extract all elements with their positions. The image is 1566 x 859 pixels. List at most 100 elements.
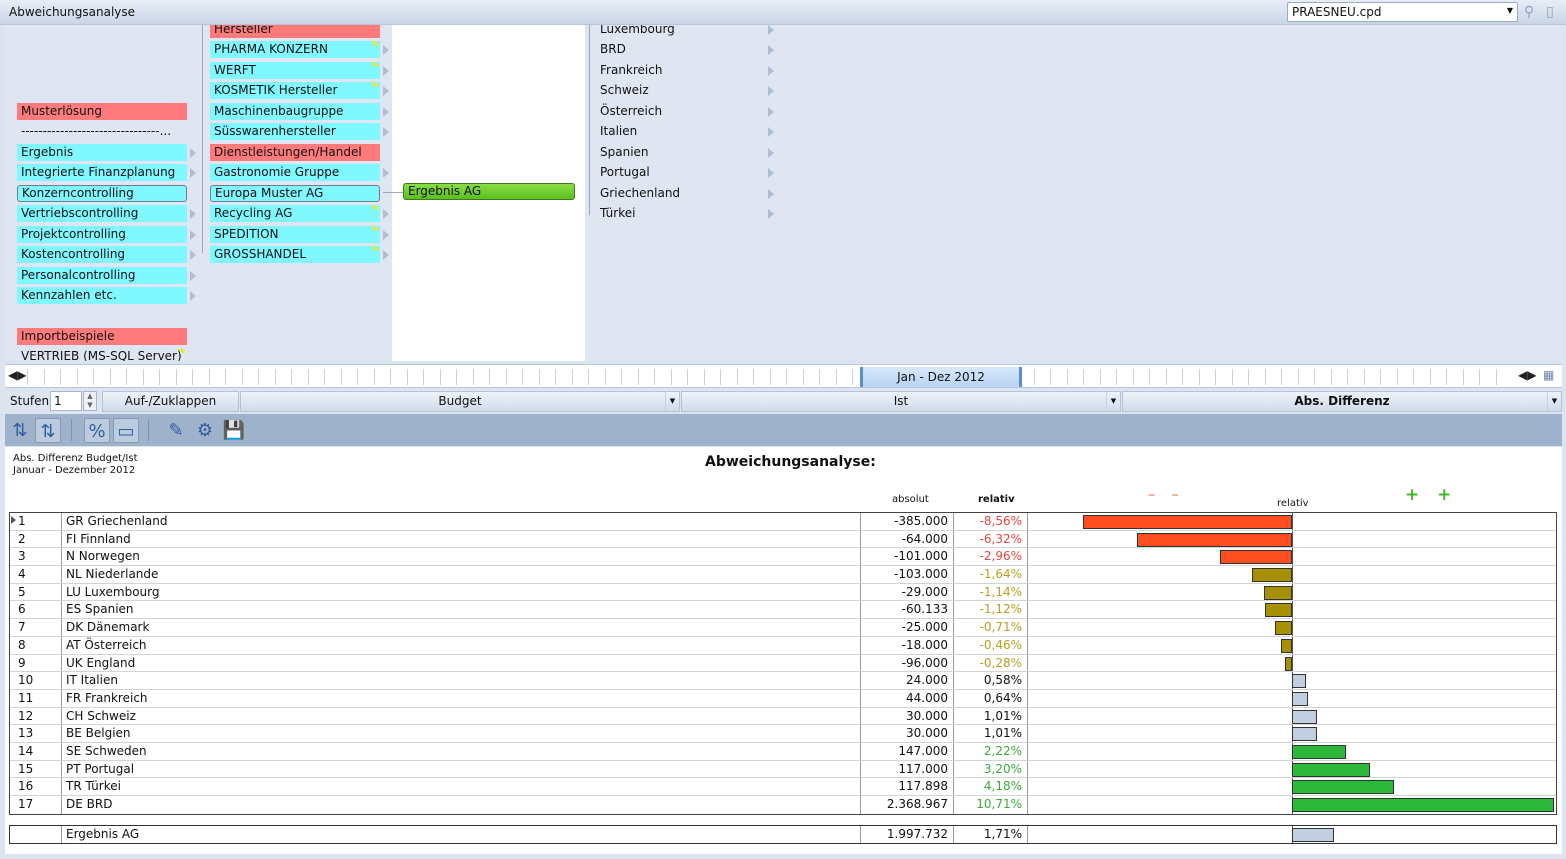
table-row[interactable]: 3N Norwegen -101.000 -2,96% <box>10 548 1556 567</box>
tree-node[interactable]: Importbeispiele <box>17 328 187 345</box>
percent-icon[interactable]: % <box>84 418 110 443</box>
tree-node[interactable]: Luxembourg <box>596 25 766 38</box>
tree-node[interactable]: Dienstleistungen/Handel <box>210 143 380 161</box>
table-row[interactable]: 10 IT Italien 24.000 0,58% <box>10 672 1556 690</box>
file-select[interactable]: PRAESNEU.cpd ▼ <box>1287 2 1518 22</box>
expand-arrow-icon[interactable] <box>383 229 389 240</box>
sort-descending-icon[interactable]: ⇅ <box>35 418 61 443</box>
expand-arrow-icon[interactable] <box>190 148 196 158</box>
tree-node[interactable]: Ergebnis <box>17 144 187 161</box>
tree-node[interactable]: Ergebnis AG <box>403 183 575 200</box>
expand-arrow-icon[interactable] <box>190 250 196 260</box>
expand-arrow-icon[interactable] <box>190 230 196 240</box>
column-a-select[interactable]: Budget ▼ <box>240 391 680 412</box>
table-row[interactable]: 5 LU Luxembourg -29.000 -1,14% <box>10 583 1556 602</box>
expand-arrow-icon[interactable] <box>383 106 389 117</box>
tree-node[interactable]: PHARMA KONZERN <box>210 41 380 59</box>
tree-node[interactable]: Österreich <box>596 103 766 120</box>
expand-arrow-icon[interactable] <box>768 168 774 179</box>
tree-node[interactable]: Personalcontrolling <box>17 267 187 284</box>
sort-ascending-icon[interactable]: ⇅ <box>7 418 33 443</box>
expand-arrow-icon[interactable] <box>768 188 774 199</box>
expand-arrow-icon[interactable] <box>383 86 389 97</box>
table-row[interactable]: 9 UK England -96.000 -0,28% <box>10 654 1556 673</box>
table-row[interactable]: 14 SE Schweden 147.000 2,22% <box>10 742 1556 761</box>
expand-arrow-icon[interactable] <box>383 209 389 220</box>
tree-node[interactable]: SPEDITION <box>210 225 380 243</box>
expand-arrow-icon[interactable] <box>768 86 774 97</box>
table-row[interactable]: 11 FR Frankreich 44.000 0,64% <box>10 689 1556 708</box>
tree-node[interactable]: Integrierte Finanzplanung <box>17 164 187 181</box>
stufen-spinner[interactable]: ▲ ▼ <box>83 391 97 411</box>
save-icon[interactable]: 💾 <box>221 418 247 443</box>
expand-arrow-icon[interactable] <box>768 106 774 117</box>
column-c-select[interactable]: Abs. Differenz ▼ <box>1122 391 1562 412</box>
tree-node[interactable]: KOSMETIK Hersteller <box>210 82 380 100</box>
calendar-icon[interactable]: ▦ <box>1543 368 1554 382</box>
bar-view-icon[interactable]: ▭ <box>113 418 139 443</box>
tree-node[interactable]: Süsswarenhersteller <box>210 123 380 141</box>
expand-arrow-icon[interactable] <box>383 249 389 260</box>
search-icon[interactable]: ⚲ <box>1520 3 1538 21</box>
table-row[interactable]: 6 ES Spanien -60.133 -1,12% <box>10 601 1556 620</box>
tree-node[interactable]: BRD <box>596 41 766 58</box>
expand-arrow-icon[interactable] <box>768 147 774 158</box>
tree-node-label: --------------------------------... <box>21 124 172 138</box>
table-row[interactable]: 7 DK Dänemark -25.000 -0,71% <box>10 619 1556 637</box>
table-row[interactable]: 16 TR Türkei 117.898 4,18% <box>10 778 1556 796</box>
tree-node[interactable]: Spanien <box>596 144 766 161</box>
expand-arrow-icon[interactable] <box>768 65 774 76</box>
tree-node[interactable]: Projektcontrolling <box>17 226 187 243</box>
tree-node[interactable]: Kennzahlen etc. <box>17 287 187 304</box>
table-row[interactable]: 13 BE Belgien 30.000 1,01% <box>10 725 1556 743</box>
tree-node[interactable]: --------------------------------... <box>17 123 187 140</box>
tree-node[interactable]: Europa Muster AG <box>210 184 380 202</box>
tree-node[interactable]: Vertriebscontrolling <box>17 205 187 222</box>
toggle-expand-button[interactable]: Auf-/Zuklappen <box>102 391 239 412</box>
table-row[interactable]: 1 GR Griechenland -385.000 -8,56% <box>10 513 1556 531</box>
tree-node[interactable]: WERFT <box>210 61 380 79</box>
expand-arrow-icon[interactable] <box>190 168 196 178</box>
tree-node[interactable]: Türkei <box>596 205 766 222</box>
tree-node[interactable]: Kostencontrolling <box>17 246 187 263</box>
settings-icon[interactable]: ⚙ <box>192 418 218 443</box>
tree-node[interactable]: Frankreich <box>596 62 766 79</box>
stufen-input[interactable]: 1 <box>50 391 82 411</box>
expand-arrow-icon[interactable] <box>383 168 389 179</box>
tree-node[interactable]: Konzerncontrolling <box>17 185 187 202</box>
tree-node[interactable]: VERTRIEB (MS-SQL Server) <box>17 348 187 361</box>
tree-node[interactable]: Schweiz <box>596 82 766 99</box>
expand-arrow-icon[interactable] <box>768 127 774 138</box>
edit-icon[interactable]: ✎ <box>163 418 189 443</box>
table-row[interactable]: 2 FI Finnland -64.000 -6,32% <box>10 530 1556 549</box>
expand-arrow-icon[interactable] <box>190 209 196 219</box>
tree-node[interactable]: Italien <box>596 123 766 140</box>
expand-arrow-icon[interactable] <box>190 271 196 281</box>
panel-icon[interactable]: ▯ <box>1541 3 1559 21</box>
tree-node[interactable]: GROSSHANDEL <box>210 245 380 263</box>
timeline-right-nav-icon[interactable]: ◀▶ <box>1518 368 1536 382</box>
table-row[interactable]: 17 DE BRD 2.368.967 10,71% <box>10 796 1556 814</box>
timeline-range[interactable]: Jan - Dez 2012 <box>860 367 1022 387</box>
table-row[interactable]: 15 PT Portugal 117.000 3,20% <box>10 760 1556 779</box>
expand-arrow-icon[interactable] <box>768 25 774 35</box>
timeline-left-right-icon[interactable]: ◀▶ <box>8 368 26 382</box>
expand-arrow-icon[interactable] <box>383 127 389 138</box>
timeline[interactable]: ◀▶ Jan - Dez 2012 ◀▶ ▦ <box>5 364 1562 388</box>
tree-node[interactable]: Griechenland <box>596 185 766 202</box>
expand-arrow-icon[interactable] <box>768 45 774 56</box>
table-row[interactable]: 12 CH Schweiz 30.000 1,01% <box>10 707 1556 726</box>
expand-arrow-icon[interactable] <box>768 209 774 220</box>
table-row[interactable]: 8 AT Österreich -18.000 -0,46% <box>10 636 1556 655</box>
column-b-select[interactable]: Ist ▼ <box>681 391 1121 412</box>
expand-arrow-icon[interactable] <box>383 65 389 76</box>
expand-arrow-icon[interactable] <box>190 291 196 301</box>
table-row[interactable]: 4 NL Niederlande -103.000 -1,64% <box>10 566 1556 584</box>
tree-node[interactable]: Maschinenbaugruppe <box>210 102 380 120</box>
tree-node[interactable]: Recycling AG <box>210 205 380 223</box>
tree-node[interactable]: Hersteller <box>210 25 380 38</box>
tree-node[interactable]: Portugal <box>596 164 766 181</box>
tree-node[interactable]: Gastronomie Gruppe <box>210 164 380 182</box>
expand-arrow-icon[interactable] <box>383 45 389 56</box>
tree-node[interactable]: Musterlösung <box>17 103 187 120</box>
